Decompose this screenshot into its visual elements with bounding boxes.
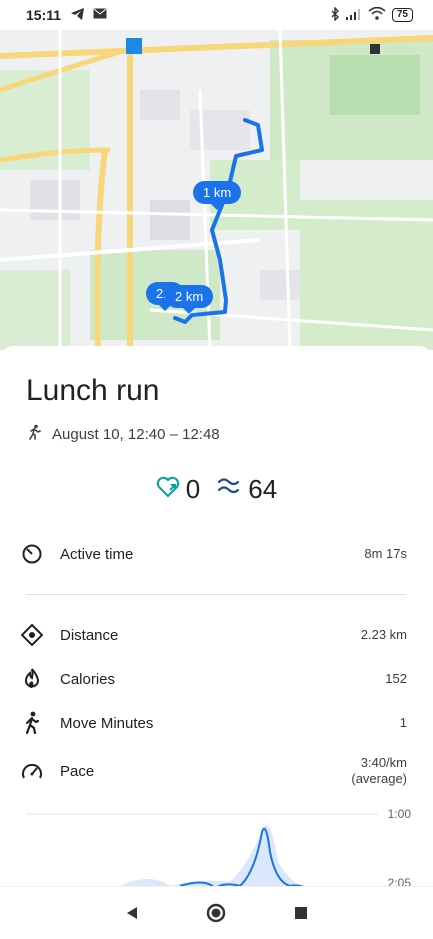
status-bar: 15:11 75 — [0, 0, 433, 30]
heart-points-value: 0 — [185, 474, 201, 504]
route-map[interactable]: 2.2 1 km 2 km — [0, 30, 433, 350]
recents-square-icon — [294, 907, 307, 919]
battery-icon: 75 — [391, 8, 413, 22]
metric-move-minutes[interactable]: Move Minutes 1 — [0, 701, 433, 745]
walking-icon — [18, 711, 46, 735]
activity-summary-stats: 0 64 — [0, 474, 433, 505]
activity-title[interactable]: Lunch run — [26, 374, 159, 408]
back-button[interactable] — [117, 898, 147, 928]
location-diamond-icon — [18, 624, 46, 646]
metric-value: 3:40/km (average) — [351, 755, 407, 787]
pace-chart-plot — [26, 813, 378, 886]
marker-1km[interactable]: 1 km — [193, 181, 242, 210]
pace-chart[interactable]: 1:00 2:05 — [0, 802, 433, 886]
metric-value: 8m 17s — [364, 546, 407, 561]
metric-label: Active time — [60, 545, 134, 563]
metric-label: Distance — [60, 626, 119, 644]
metric-value: 2.23 km — [360, 627, 407, 642]
metric-label: Pace — [60, 762, 95, 780]
pace-value-note: (average) — [351, 771, 407, 786]
activity-details-sheet: Lunch run August 10, 12:40 – 12:48 0 64 … — [0, 346, 433, 886]
marker-2km[interactable]: 2 km — [165, 285, 214, 314]
divider — [26, 594, 406, 595]
home-circle-icon — [207, 903, 226, 923]
metric-value: 1 — [399, 715, 407, 730]
chart-tick-label: 1:00 — [387, 807, 411, 821]
metric-distance[interactable]: Distance 2.23 km — [0, 613, 433, 657]
flame-icon — [18, 667, 46, 691]
heart-points-icon — [156, 474, 180, 505]
pace-area — [120, 825, 300, 886]
timer-icon — [18, 543, 46, 565]
running-icon — [26, 424, 42, 444]
bluetooth-icon — [330, 5, 340, 24]
activity-date: August 10, 12:40 – 12:48 — [26, 424, 220, 444]
speedometer-icon — [18, 760, 46, 782]
heart-points-stat[interactable]: 0 — [156, 474, 200, 505]
mail-icon — [93, 8, 107, 22]
metric-label: Calories — [60, 670, 116, 688]
telegram-icon — [71, 7, 85, 23]
steps-icon — [216, 474, 242, 505]
metric-active-time[interactable]: Active time 8m 17s — [0, 532, 433, 576]
metric-label: Move Minutes — [60, 714, 154, 732]
system-nav-bar — [0, 886, 433, 939]
steps-value: 64 — [248, 474, 278, 504]
home-button[interactable] — [201, 898, 231, 928]
status-time: 15:11 — [26, 7, 62, 23]
metric-value: 152 — [385, 671, 407, 686]
steps-stat[interactable]: 64 — [216, 474, 277, 505]
pace-value: 3:40/km — [360, 755, 407, 770]
recents-button[interactable] — [286, 898, 316, 928]
wifi-icon — [368, 6, 386, 23]
signal-icon — [345, 8, 362, 23]
chart-tick-label: 2:05 — [387, 876, 411, 886]
back-triangle-icon — [127, 907, 138, 919]
metric-pace[interactable]: Pace 3:40/km (average) — [0, 749, 433, 793]
activity-date-text: August 10, 12:40 – 12:48 — [52, 425, 220, 443]
metric-calories[interactable]: Calories 152 — [0, 657, 433, 701]
